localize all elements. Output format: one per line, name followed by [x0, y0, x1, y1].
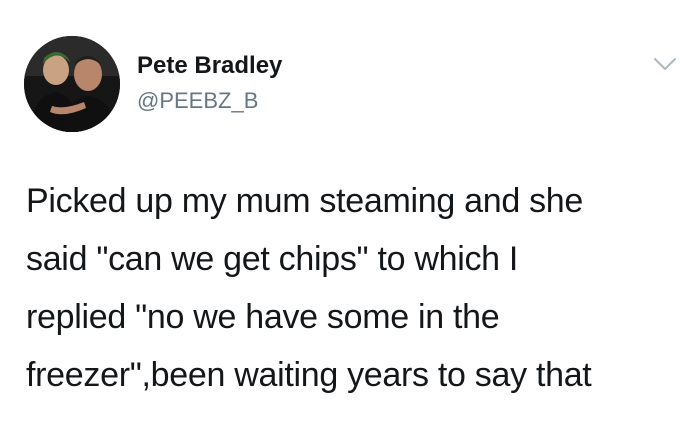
tweet-text-line: said "can we get chips" to which I	[26, 240, 519, 278]
tweet-text-line: freezer",been waiting years to say that	[26, 356, 592, 394]
tweet-text-line: Picked up my mum steaming and she	[26, 182, 584, 220]
tweet-text-line: replied "no we have some in the	[26, 298, 500, 336]
tweet-card: Pete Bradley @PEEBZ_B Picked up my mum s…	[0, 0, 700, 430]
chevron-down-icon[interactable]	[652, 56, 678, 72]
tweet-text: Picked up my mum steaming and she said "…	[26, 172, 686, 404]
author-name[interactable]: Pete Bradley	[137, 52, 282, 80]
avatar-photo-icon	[24, 36, 120, 132]
author-handle[interactable]: @PEEBZ_B	[137, 88, 258, 114]
author-avatar[interactable]	[24, 36, 120, 132]
